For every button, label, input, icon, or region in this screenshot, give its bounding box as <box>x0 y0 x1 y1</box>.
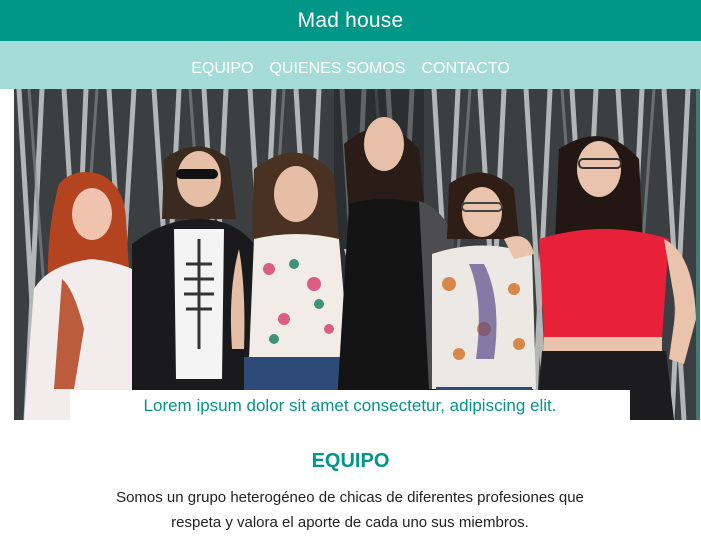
page: Mad house EQUIPO QUIENES SOMOS CONTACTO <box>0 0 701 546</box>
site-header: Mad house <box>0 0 701 41</box>
nav-link-contacto[interactable]: CONTACTO <box>421 52 509 78</box>
section-title-equipo: EQUIPO <box>311 450 390 472</box>
nav-link-equipo[interactable]: EQUIPO <box>191 52 253 78</box>
main-nav: EQUIPO QUIENES SOMOS CONTACTO <box>0 41 701 89</box>
hero-caption: Lorem ipsum dolor sit amet consectetur, … <box>70 390 630 422</box>
site-title: Mad house <box>297 8 404 32</box>
hero-group-photo <box>14 89 700 420</box>
section-body-equipo: Somos un grupo heterogéneo de chicas de … <box>116 489 584 531</box>
hero-caption-text: Lorem ipsum dolor sit amet consectetur, … <box>143 396 557 415</box>
nav-link-quienes-somos[interactable]: QUIENES SOMOS <box>269 52 405 78</box>
hero-image <box>14 89 700 420</box>
